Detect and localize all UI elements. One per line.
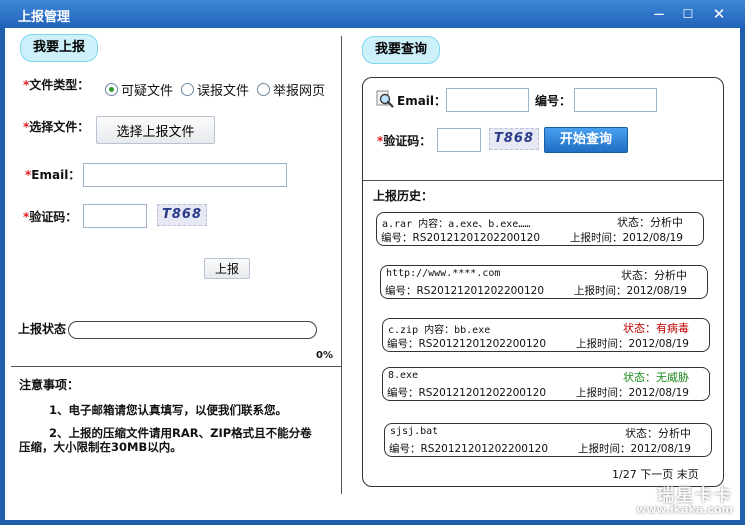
- radio-false-positive-file[interactable]: [181, 83, 195, 96]
- maximize-button[interactable]: ☐: [677, 4, 699, 24]
- record-id: 编号：RS20121201202200120: [381, 232, 541, 244]
- record-file: 8.exe: [388, 370, 419, 381]
- title-bar[interactable]: 上报管理 − ☐ ✕: [0, 0, 745, 28]
- watermark-url: www.ikaka.com: [636, 503, 733, 516]
- history-record[interactable]: 8.exe 状态：无威胁 编号：RS20121201202200120 上报时间…: [382, 367, 710, 401]
- query-captcha-label: *验证码：: [377, 134, 432, 148]
- record-time: 上报时间：2012/08/19: [575, 338, 689, 350]
- history-title: 上报历史：: [373, 189, 434, 203]
- history-record[interactable]: sjsj.bat 状态：分析中 编号：RS20121201202200120 上…: [384, 423, 712, 457]
- select-file-button[interactable]: 选择上报文件: [96, 116, 215, 144]
- captcha-input[interactable]: [83, 204, 147, 228]
- search-icon: [376, 90, 394, 108]
- query-divider: [363, 180, 724, 181]
- close-button[interactable]: ✕: [708, 4, 730, 24]
- record-status: 状态：分析中: [621, 269, 687, 282]
- record-id: 编号：RS20121201202200120: [389, 443, 549, 455]
- watermark: 瑞星卡卡 www.ikaka.com: [619, 481, 739, 521]
- query-id-input[interactable]: [574, 88, 657, 112]
- record-time: 上报时间：2012/08/19: [573, 285, 687, 297]
- record-status: 状态：分析中: [617, 216, 683, 229]
- record-status: 状态：无威胁: [623, 371, 689, 384]
- next-page-link[interactable]: 下一页: [640, 468, 673, 481]
- email-input[interactable]: [83, 163, 287, 187]
- query-captcha-image[interactable]: T868: [489, 128, 539, 150]
- radio-suspicious-file-label[interactable]: 可疑文件: [121, 80, 173, 99]
- submit-button[interactable]: 上报: [204, 258, 250, 279]
- last-page-link[interactable]: 末页: [677, 468, 699, 481]
- record-file: a.rar 内容：a.exe、b.exe……: [382, 219, 531, 230]
- note-item: 2、上报的压缩文件请用RAR、ZIP格式且不能分卷: [49, 426, 312, 440]
- panel-divider: [341, 36, 342, 494]
- tab-query[interactable]: 我要查询: [362, 36, 441, 64]
- notes-title: 注意事项：: [19, 378, 80, 392]
- query-captcha-input[interactable]: [437, 128, 481, 152]
- client-area: 我要上报 *文件类型： 可疑文件 误报文件 举报网页 *选择文件： 选择上报文件…: [5, 28, 740, 520]
- radio-false-positive-file-label[interactable]: 误报文件: [197, 80, 249, 99]
- history-record[interactable]: http://www.****.com 状态：分析中 编号：RS20121201…: [380, 265, 708, 299]
- query-email-label: Email：: [397, 94, 447, 108]
- email-label: *Email：: [25, 168, 81, 182]
- record-id: 编号：RS20121201202200120: [385, 285, 545, 297]
- upload-status-label: 上报状态: [18, 322, 67, 336]
- page-indicator: 1/27: [612, 468, 637, 481]
- record-time: 上报时间：2012/08/19: [569, 232, 683, 244]
- record-status: 状态：有病毒: [623, 322, 689, 335]
- file-type-group: 可疑文件 误报文件 举报网页: [105, 80, 333, 99]
- note-item: 1、电子邮箱请您认真填写，以便我们联系您。: [49, 403, 287, 417]
- query-email-input[interactable]: [446, 88, 529, 112]
- divider: [11, 366, 341, 367]
- query-id-label: 编号：: [535, 94, 572, 108]
- window-title: 上报管理: [18, 10, 71, 25]
- record-status: 状态：分析中: [625, 427, 691, 440]
- record-id: 编号：RS20121201202200120: [387, 338, 547, 350]
- select-file-label: *选择文件：: [23, 120, 90, 134]
- record-id: 编号：RS20121201202200120: [387, 387, 547, 399]
- note-item: 压缩，大小限制在30MB以内。: [19, 440, 182, 454]
- radio-report-webpage-label[interactable]: 举报网页: [273, 80, 325, 99]
- captcha-image[interactable]: T868: [157, 204, 207, 226]
- app-window: 上报管理 − ☐ ✕ 我要上报 *文件类型： 可疑文件 误报文件 举报网页 *选…: [0, 0, 745, 525]
- tab-upload[interactable]: 我要上报: [20, 34, 99, 62]
- upload-progress-text: 0%: [316, 350, 333, 361]
- upload-progress-bar: [68, 321, 317, 339]
- minimize-button[interactable]: −: [648, 4, 670, 24]
- record-file: http://www.****.com: [386, 268, 501, 279]
- history-record[interactable]: c.zip 内容：bb.exe 状态：有病毒 编号：RS201212012022…: [382, 318, 710, 352]
- record-file: sjsj.bat: [390, 426, 439, 437]
- radio-suspicious-file[interactable]: [105, 83, 118, 96]
- file-type-label: *文件类型：: [23, 78, 90, 92]
- radio-report-webpage[interactable]: [257, 83, 271, 96]
- pagination: 1/27 下一页 末页: [612, 466, 699, 482]
- record-file: c.zip 内容：bb.exe: [388, 325, 491, 336]
- search-button[interactable]: 开始查询: [544, 127, 628, 153]
- captcha-label: *验证码：: [23, 210, 78, 224]
- history-record[interactable]: a.rar 内容：a.exe、b.exe…… 状态：分析中 编号：RS20121…: [376, 212, 704, 246]
- record-time: 上报时间：2012/08/19: [577, 443, 691, 455]
- record-time: 上报时间：2012/08/19: [575, 387, 689, 399]
